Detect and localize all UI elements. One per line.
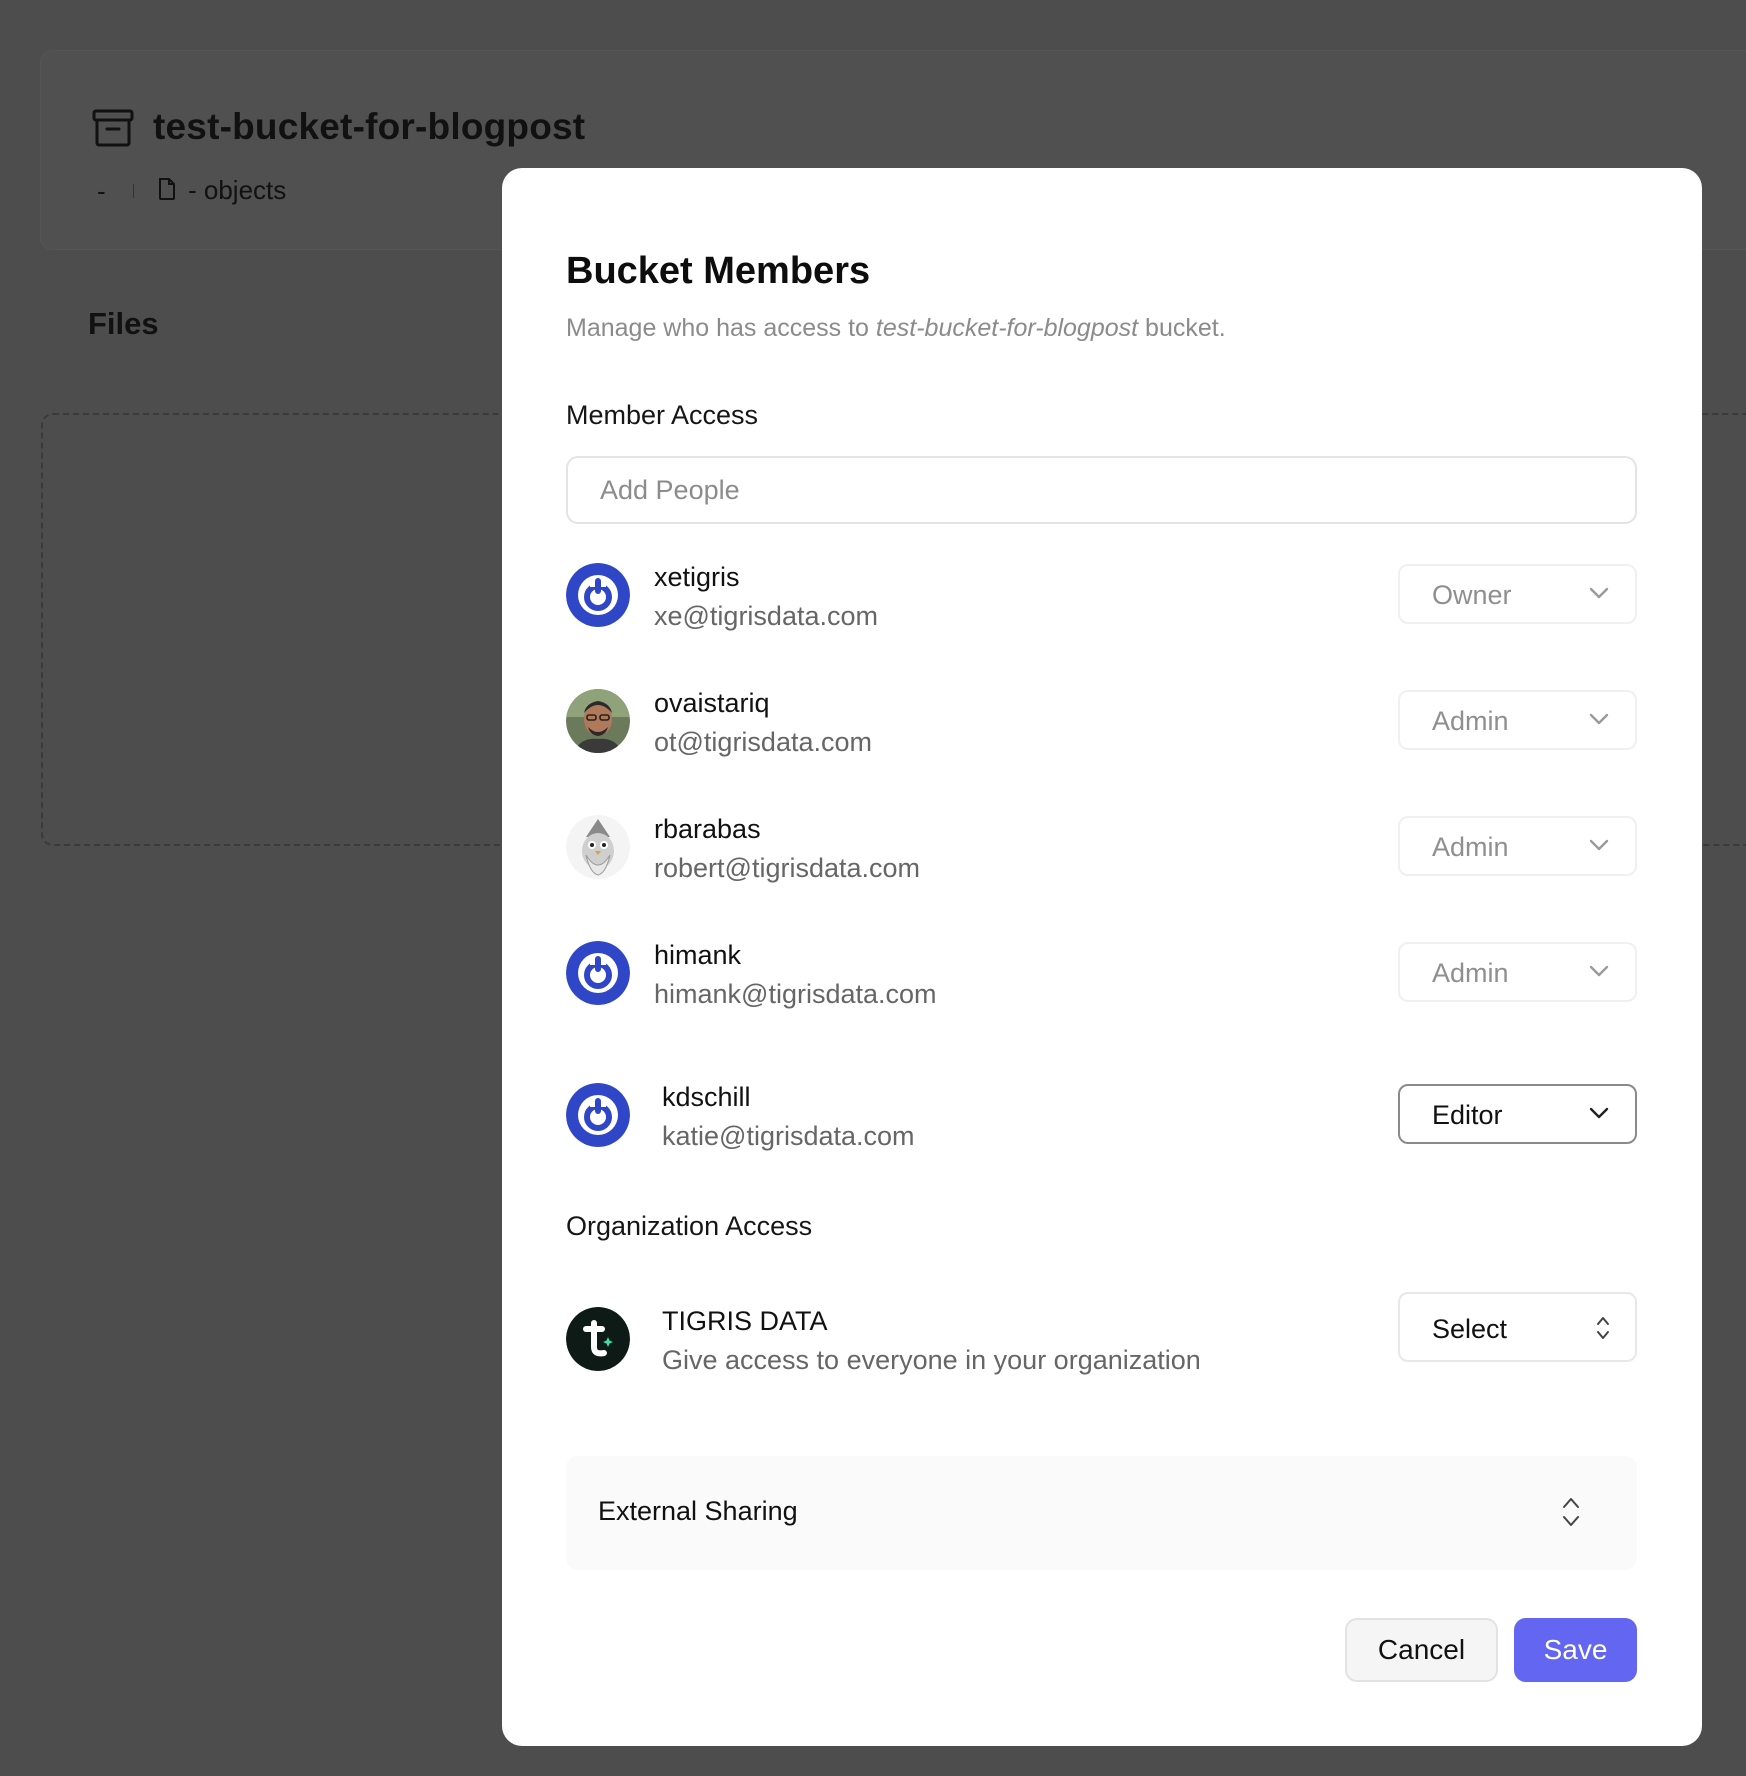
organization-name: TIGRIS DATA — [662, 1306, 828, 1336]
description-prefix: Manage who has access to — [566, 314, 869, 342]
organization-select-value: Select — [1432, 1314, 1508, 1344]
member-email: katie@tigrisdata.com — [662, 1121, 915, 1151]
files-heading: Files — [88, 306, 159, 341]
member-email: himank@tigrisdata.com — [654, 979, 937, 1009]
member-row: rbarabas robert@tigrisdata.com Admin — [566, 814, 1637, 884]
member-name: xetigris — [654, 562, 740, 592]
role-select-editor[interactable]: Editor — [1398, 1084, 1637, 1144]
role-select-admin[interactable]: Admin — [1398, 690, 1637, 750]
save-button[interactable]: Save — [1514, 1618, 1637, 1682]
role-select-value: Admin — [1432, 832, 1509, 862]
role-select-admin[interactable]: Admin — [1398, 942, 1637, 1002]
breadcrumb-root[interactable]: - — [97, 176, 106, 207]
member-row: ovaistariq ot@tigrisdata.com Admin — [566, 688, 1637, 758]
member-row: xetigris xe@tigrisdata.com Owner — [566, 562, 1637, 632]
chevron-up-down-icon — [1561, 1496, 1581, 1528]
organization-access-label: Organization Access — [566, 1211, 813, 1241]
role-select-value: Admin — [1432, 706, 1509, 736]
photo-avatar — [566, 689, 630, 753]
member-name: ovaistariq — [654, 688, 770, 718]
member-row: himank himank@tigrisdata.com Admin — [566, 940, 1637, 1010]
member-row: kdschill katie@tigrisdata.com Editor — [566, 1082, 1637, 1152]
file-icon — [158, 178, 176, 200]
role-select-owner[interactable]: Owner — [1398, 564, 1637, 624]
add-people-input[interactable] — [566, 456, 1637, 524]
power-icon — [566, 563, 630, 627]
description-bucket-name: test-bucket-for-blogpost — [875, 314, 1139, 342]
role-select-value: Editor — [1432, 1100, 1503, 1130]
member-email: robert@tigrisdata.com — [654, 853, 921, 883]
chevron-down-icon — [1589, 712, 1609, 726]
tigris-logo-icon — [566, 1307, 630, 1371]
role-select-value: Admin — [1432, 958, 1509, 988]
chevron-down-icon — [1589, 838, 1609, 852]
chevron-down-icon — [1589, 1106, 1609, 1120]
wizard-avatar — [566, 815, 630, 879]
dialog-title: Bucket Members — [566, 250, 871, 292]
external-sharing-toggle[interactable]: External Sharing — [566, 1456, 1637, 1570]
member-name: rbarabas — [654, 814, 761, 844]
archive-box-icon — [92, 108, 134, 148]
organization-role-select[interactable]: Select — [1398, 1292, 1637, 1362]
chevron-up-down-icon — [1595, 1314, 1611, 1342]
member-email: xe@tigrisdata.com — [654, 601, 878, 631]
power-icon — [566, 941, 630, 1005]
bucket-title: test-bucket-for-blogpost — [153, 106, 586, 147]
power-icon — [566, 1083, 630, 1147]
member-email: ot@tigrisdata.com — [654, 727, 872, 757]
member-name: himank — [654, 940, 742, 970]
breadcrumb-objects-count: - objects — [188, 175, 287, 205]
member-name: kdschill — [662, 1082, 751, 1112]
cancel-button[interactable]: Cancel — [1345, 1618, 1498, 1682]
member-access-label: Member Access — [566, 400, 759, 430]
description-suffix: bucket. — [1145, 314, 1226, 342]
bucket-members-dialog: Bucket Members Manage who has access to … — [502, 168, 1702, 1746]
role-select-value: Owner — [1432, 580, 1512, 610]
organization-row: TIGRIS DATA Give access to everyone in y… — [566, 1292, 1637, 1376]
chevron-down-icon — [1589, 964, 1609, 978]
breadcrumb-separator — [133, 184, 134, 198]
organization-description: Give access to everyone in your organiza… — [662, 1345, 1201, 1375]
external-sharing-label: External Sharing — [598, 1496, 798, 1526]
chevron-down-icon — [1589, 586, 1609, 600]
dialog-description: Manage who has access to test-bucket-for… — [566, 314, 1226, 343]
role-select-admin[interactable]: Admin — [1398, 816, 1637, 876]
